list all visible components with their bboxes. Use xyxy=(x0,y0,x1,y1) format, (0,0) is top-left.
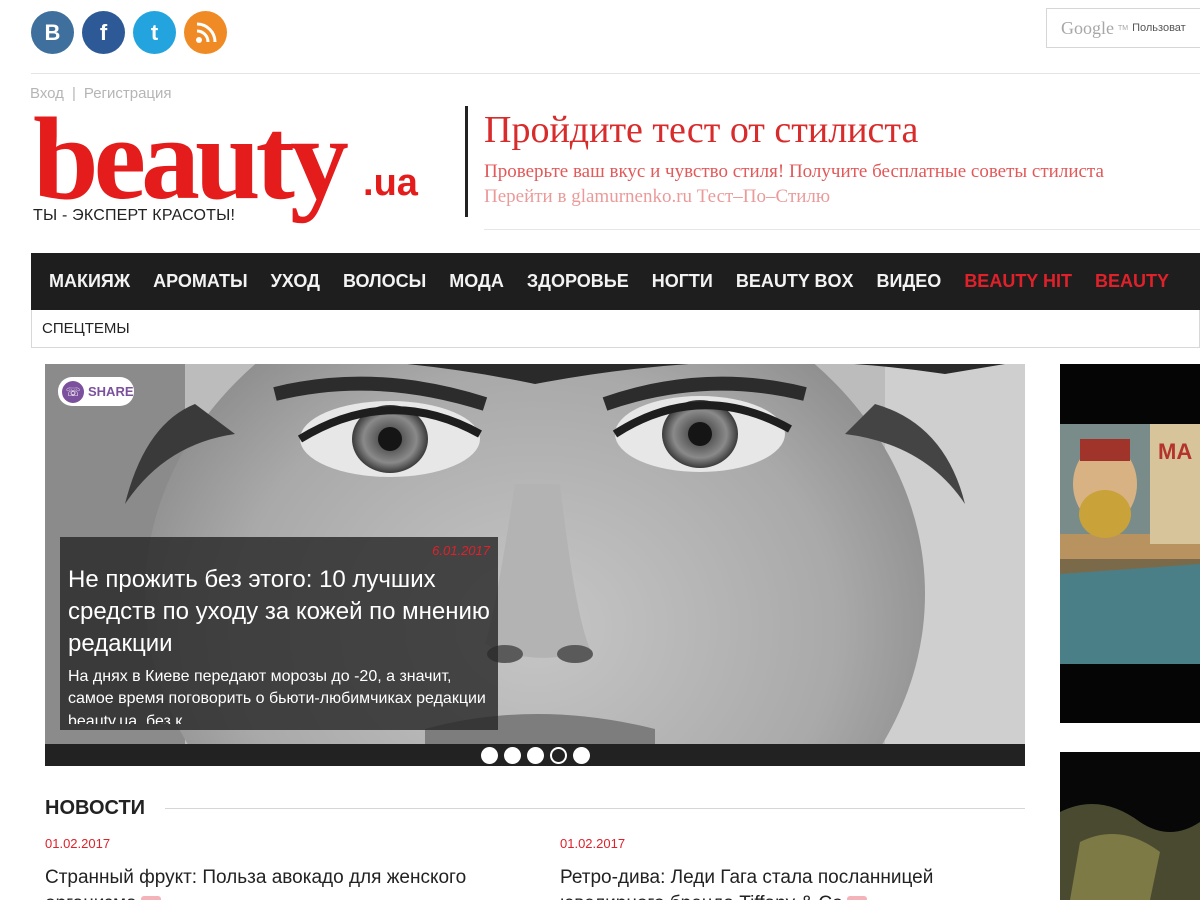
news-heading: НОВОСТИ xyxy=(45,797,146,819)
hero-title[interactable]: Не прожить без этого: 10 лучших средств … xyxy=(68,564,490,660)
promo-description: Проверьте ваш вкус и чувство стиля! Полу… xyxy=(484,160,1104,182)
promo-banner[interactable]: Пройдите тест от стилиста Проверьте ваш … xyxy=(484,110,1200,208)
svg-text:MA: MA xyxy=(1158,439,1192,464)
nav-item[interactable]: УХОД xyxy=(271,271,320,292)
sidebar-image-2 xyxy=(1060,752,1200,900)
news-item[interactable]: 01.02.2017 Ретро-дива: Леди Гага стала п… xyxy=(560,836,1030,900)
nav-item[interactable]: BEAUTY HIT xyxy=(964,271,1072,292)
nav-item[interactable]: ВОЛОСЫ xyxy=(343,271,426,292)
nav-item[interactable]: ЗДОРОВЬЕ xyxy=(527,271,629,292)
viber-icon: ☏ xyxy=(62,380,84,403)
news-title[interactable]: Ретро-дива: Леди Гага стала посланницей … xyxy=(560,865,1030,900)
nav-item[interactable]: ВИДЕО xyxy=(877,271,942,292)
logo-word: beauty xyxy=(33,93,349,224)
google-logo: Google xyxy=(1061,17,1114,38)
slider-dot[interactable] xyxy=(549,746,567,764)
slider-dot[interactable] xyxy=(572,746,590,764)
sidebar-image-1: MA xyxy=(1060,364,1200,723)
top-divider xyxy=(31,73,1200,74)
hero-description: На днях в Киеве передают морозы до -20, … xyxy=(68,667,486,724)
news-date: 01.02.2017 xyxy=(45,836,111,851)
slider-pagination xyxy=(45,744,1025,766)
news-divider xyxy=(165,808,1025,809)
google-search-input[interactable]: Google TM Пользоват xyxy=(1046,8,1200,48)
sidebar-video-thumbnail[interactable]: MA xyxy=(1060,364,1200,723)
hero-caption[interactable]: 6.01.2017 Не прожить без этого: 10 лучши… xyxy=(60,537,498,730)
vk-icon[interactable]: В xyxy=(31,11,74,54)
news-title[interactable]: Странный фрукт: Польза авокадо для женск… xyxy=(45,865,515,900)
slider-dot[interactable] xyxy=(503,746,521,764)
promo-divider xyxy=(465,106,468,217)
promo-underline xyxy=(484,229,1200,230)
nav-item[interactable]: BEAUTY xyxy=(1095,271,1169,292)
twitter-icon[interactable]: t xyxy=(133,11,176,54)
logo-domain: .ua xyxy=(363,162,418,204)
rss-icon[interactable] xyxy=(184,11,227,54)
nav-item[interactable]: МОДА xyxy=(449,271,504,292)
nav-item-spectemy[interactable]: СПЕЦТЕМЫ xyxy=(42,320,130,337)
google-tm: TM xyxy=(1118,24,1129,32)
nav-item[interactable]: BEAUTY BOX xyxy=(736,271,854,292)
subnav: СПЕЦТЕМЫ xyxy=(31,310,1200,348)
hero-date: 6.01.2017 xyxy=(432,543,490,558)
promo-link[interactable]: Перейти в glamurnenko.ru Тест–По–Стилю xyxy=(484,186,1200,208)
slider-dot[interactable] xyxy=(526,746,544,764)
facebook-icon[interactable]: f xyxy=(82,11,125,54)
promo-title[interactable]: Пройдите тест от стилиста xyxy=(484,110,1200,152)
nav-item[interactable]: МАКИЯЖ xyxy=(49,271,130,292)
main-nav: МАКИЯЖ АРОМАТЫ УХОД ВОЛОСЫ МОДА ЗДОРОВЬЕ НОГТИ… xyxy=(31,253,1200,310)
nav-item[interactable]: НОГТИ xyxy=(652,271,713,292)
heart-icon[interactable] xyxy=(846,895,867,900)
sidebar-thumbnail-2[interactable] xyxy=(1060,752,1200,900)
heart-icon[interactable] xyxy=(140,895,161,900)
news-date: 01.02.2017 xyxy=(560,836,626,851)
nav-item[interactable]: АРОМАТЫ xyxy=(153,271,247,292)
viber-share-button[interactable]: ☏ SHARE xyxy=(58,377,134,406)
share-label: SHARE xyxy=(88,384,134,399)
social-links: В f t xyxy=(31,11,227,54)
logo-slogan: ТЫ - ЭКСПЕРТ КРАСОТЫ! xyxy=(33,207,236,224)
search-placeholder: Пользоват xyxy=(1132,22,1186,34)
site-logo[interactable]: beauty .ua ТЫ - ЭКСПЕРТ КРАСОТЫ! xyxy=(33,100,418,230)
news-item[interactable]: 01.02.2017 Странный фрукт: Польза авокад… xyxy=(45,836,515,900)
slider-dot[interactable] xyxy=(480,746,498,764)
